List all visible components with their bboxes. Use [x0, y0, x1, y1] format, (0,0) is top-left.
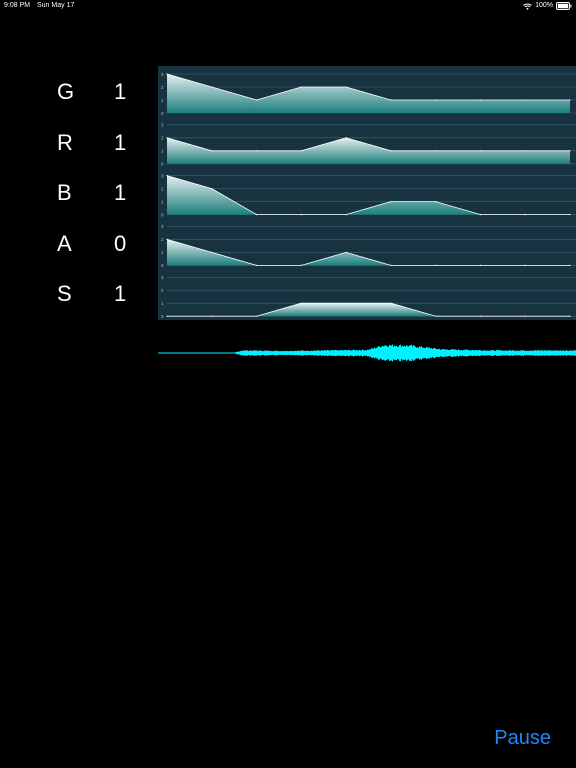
data-point	[300, 302, 302, 304]
data-point	[345, 251, 347, 253]
data-point	[211, 86, 213, 88]
data-point	[479, 264, 482, 266]
data-point	[569, 214, 571, 216]
status-date: Sun May 17	[37, 2, 75, 9]
data-point	[345, 86, 347, 88]
channel-label-r: R	[57, 130, 73, 155]
data-point	[390, 150, 392, 152]
channel-value-r: 1	[114, 130, 127, 155]
data-point	[390, 99, 392, 101]
data-point	[435, 201, 437, 203]
data-point	[524, 150, 526, 152]
channel-value-b: 1	[114, 180, 127, 205]
data-point	[435, 264, 437, 266]
data-point	[166, 137, 168, 139]
wifi-icon	[523, 3, 532, 10]
data-point	[166, 315, 168, 317]
data-point	[345, 302, 347, 304]
data-point	[524, 99, 526, 101]
pause-button[interactable]: Pause	[494, 726, 551, 750]
data-point	[524, 264, 526, 266]
data-point	[569, 315, 571, 317]
data-point	[390, 302, 392, 304]
battery-percent: 100%	[535, 2, 553, 9]
data-point	[300, 150, 302, 152]
data-point	[390, 264, 392, 266]
data-point	[166, 175, 168, 177]
battery-icon	[556, 2, 572, 10]
channel-value-g: 1	[114, 79, 127, 104]
data-point	[479, 214, 482, 216]
channel-label-g: G	[57, 79, 75, 104]
data-point	[479, 150, 482, 152]
data-point	[435, 99, 437, 101]
data-point	[300, 86, 302, 88]
status-time: 9:08 PM	[4, 2, 31, 9]
data-point	[524, 315, 526, 317]
data-point	[255, 315, 258, 317]
data-point	[435, 150, 437, 152]
audio-waveform	[158, 344, 576, 362]
status-right: 100%	[523, 0, 572, 12]
status-bar: 9:08 PM Sun May 17 100%	[0, 0, 576, 12]
data-point	[255, 99, 258, 101]
channel-area-chart: 01230123012301230123	[158, 66, 576, 320]
data-point	[345, 137, 347, 139]
data-point	[300, 264, 302, 266]
data-point	[524, 214, 526, 216]
channel-value-a: 0	[114, 231, 127, 256]
data-point	[345, 214, 347, 216]
data-point	[569, 150, 571, 152]
data-point	[255, 214, 258, 216]
data-point	[390, 201, 392, 203]
data-point	[255, 150, 258, 152]
data-point	[569, 264, 571, 266]
channel-label-b: B	[57, 180, 72, 205]
data-point	[255, 264, 258, 266]
channel-label-s: S	[57, 281, 72, 306]
data-point	[211, 188, 213, 190]
data-point	[211, 150, 213, 152]
data-point	[479, 315, 482, 317]
channel-value-s: 1	[114, 281, 127, 306]
data-point	[166, 238, 168, 240]
data-point	[211, 315, 213, 317]
data-point	[479, 99, 482, 101]
data-point	[569, 99, 571, 101]
channel-label-a: A	[57, 231, 72, 256]
data-point	[166, 73, 168, 75]
data-point	[300, 214, 302, 216]
data-point	[435, 315, 437, 317]
data-point	[211, 251, 213, 253]
